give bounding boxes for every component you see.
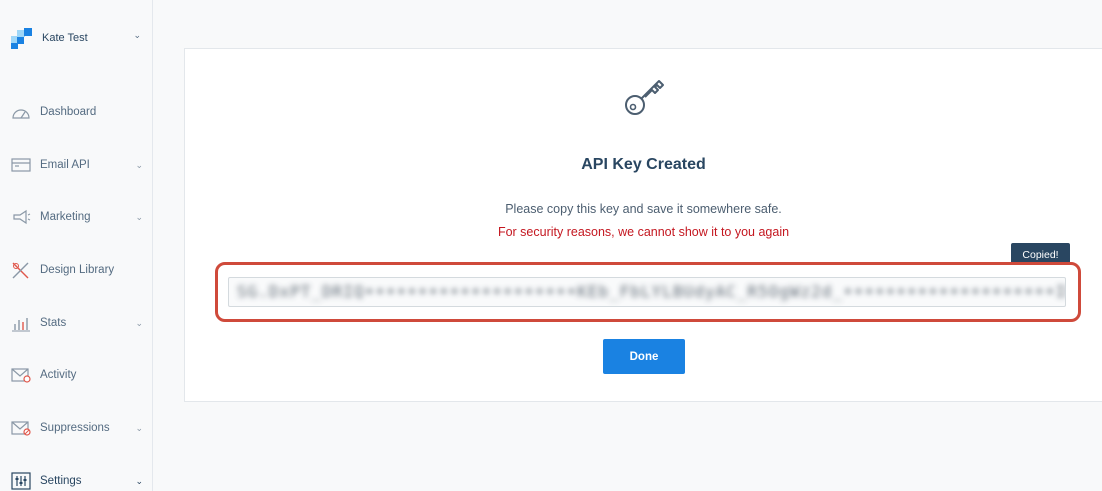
settings-sliders-icon [11, 472, 31, 490]
sidebar-item-activity[interactable]: Activity [0, 360, 153, 390]
api-key-field[interactable]: SG.DxPT_DRIQ••••••••••••••••••••KEb_FbLY… [228, 277, 1066, 307]
suppressions-mail-icon [11, 419, 31, 437]
sidebar-item-email-api[interactable]: Email API ⌄ [0, 150, 153, 180]
sidebar-item-label: Email API [40, 159, 90, 171]
brand-logo-icon [11, 28, 33, 49]
sidebar-item-stats[interactable]: Stats ⌄ [0, 308, 153, 338]
sidebar-item-label: Stats [40, 317, 67, 329]
sidebar-item-suppressions[interactable]: Suppressions ⌄ [0, 413, 153, 443]
sidebar-item-marketing[interactable]: Marketing ⌄ [0, 202, 153, 232]
chevron-down-icon: ⌄ [135, 475, 143, 486]
api-key-highlight: SG.DxPT_DRIQ••••••••••••••••••••KEb_FbLY… [215, 262, 1081, 322]
api-key-value: SG.DxPT_DRIQ••••••••••••••••••••KEb_FbLY… [237, 282, 1066, 301]
chevron-down-icon: ⌄ [135, 159, 143, 170]
api-key-created-card: API Key Created Please copy this key and… [184, 48, 1102, 402]
chevron-down-icon: ⌄ [135, 317, 143, 328]
activity-mail-icon [11, 366, 31, 384]
key-icon [621, 73, 669, 121]
sidebar-item-design-library[interactable]: Design Library [0, 255, 153, 285]
sidebar: Kate Test ⌄ Dashboard Email API ⌄ Market… [0, 0, 153, 491]
account-switcher[interactable]: Kate Test ⌄ [0, 0, 153, 76]
design-tools-icon [11, 261, 31, 279]
sidebar-item-label: Suppressions [40, 422, 110, 434]
sidebar-item-settings[interactable]: Settings ⌄ [0, 466, 153, 491]
done-button[interactable]: Done [603, 339, 685, 374]
chevron-down-icon: ⌄ [135, 211, 143, 222]
dashboard-gauge-icon [11, 103, 31, 121]
security-warning: For security reasons, we cannot show it … [497, 225, 790, 239]
sidebar-item-label: Activity [40, 369, 77, 381]
chevron-down-icon: ⌄ [133, 30, 141, 40]
sidebar-item-label: Marketing [40, 211, 91, 223]
sidebar-item-dashboard[interactable]: Dashboard [0, 97, 153, 127]
modal-subtitle: Please copy this key and save it somewhe… [505, 202, 782, 216]
sidebar-item-label: Settings [40, 475, 82, 487]
email-api-icon [11, 156, 31, 174]
megaphone-icon [11, 208, 31, 226]
sidebar-item-label: Design Library [40, 264, 115, 276]
account-name: Kate Test [42, 32, 88, 44]
sidebar-item-label: Dashboard [40, 106, 97, 118]
modal-title: API Key Created [581, 156, 706, 173]
chevron-down-icon: ⌄ [135, 422, 143, 433]
bar-chart-icon [11, 314, 31, 332]
